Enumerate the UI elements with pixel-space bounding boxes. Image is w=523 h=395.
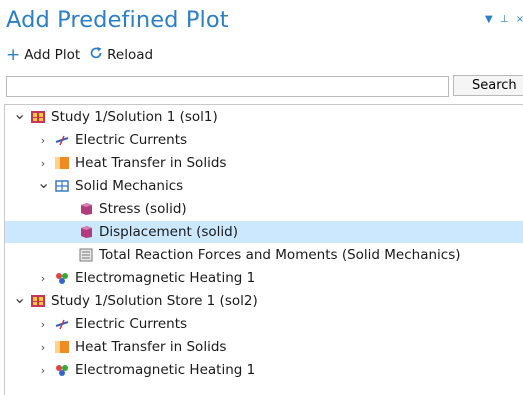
table-evaluation-icon xyxy=(78,248,94,262)
tree-row-label: Solid Mechanics xyxy=(75,178,184,194)
tree-row[interactable]: › Electric Currents xyxy=(5,129,523,151)
search-row: Search xyxy=(6,75,523,97)
tree-row[interactable]: Displacement (solid) xyxy=(5,221,523,243)
electric-currents-icon xyxy=(54,317,70,331)
tree-row[interactable]: › Electromagnetic Heating 1 xyxy=(5,359,523,381)
tree-row[interactable]: ⌄ Study 1/Solution Store 1 (sol2) xyxy=(5,290,523,312)
chevron-right-icon[interactable]: › xyxy=(37,318,49,331)
plot-tree: ⌄ Study 1/Solution 1 (sol1) › Electric Curr… xyxy=(4,104,523,395)
add-plot-button[interactable]: + Add Plot xyxy=(6,45,81,65)
chevron-right-icon[interactable]: › xyxy=(37,157,49,170)
panel-window-controls[interactable]: ▼ ⊥ × xyxy=(485,14,523,28)
tree-row-label: Study 1/Solution Store 1 (sol2) xyxy=(51,293,258,309)
tree-row[interactable]: Total Reaction Forces and Moments (Solid… xyxy=(5,244,523,266)
chevron-right-icon[interactable]: › xyxy=(37,134,49,147)
panel-title: Add Predefined Plot xyxy=(6,7,229,33)
search-input[interactable] xyxy=(6,76,449,97)
chevron-down-icon[interactable]: ⌄ xyxy=(13,290,26,306)
tree-row[interactable]: › Heat Transfer in Solids xyxy=(5,152,523,174)
tree-row[interactable]: › Electromagnetic Heating 1 xyxy=(5,267,523,289)
reload-label: Reload xyxy=(107,47,154,63)
chevron-right-icon[interactable]: › xyxy=(37,272,49,285)
tree-row[interactable]: Stress (solid) xyxy=(5,198,523,220)
tree-row[interactable]: ⌄ Solid Mechanics xyxy=(5,175,523,197)
plus-icon: + xyxy=(6,45,21,65)
tree-row-label: Electromagnetic Heating 1 xyxy=(75,270,256,286)
close-icon[interactable]: × xyxy=(516,14,523,25)
chevron-right-icon[interactable]: › xyxy=(37,341,49,354)
tree-row-label: Stress (solid) xyxy=(99,201,187,217)
tree-row-label: Electric Currents xyxy=(75,316,188,332)
tree-row-label: Electromagnetic Heating 1 xyxy=(75,362,256,378)
pin-icon[interactable]: ⊥ xyxy=(500,14,509,25)
add-plot-label: Add Plot xyxy=(24,47,81,63)
plot-group-icon xyxy=(78,202,94,216)
tree-row-label: Total Reaction Forces and Moments (Solid… xyxy=(99,247,461,263)
dropdown-arrow-icon[interactable]: ▼ xyxy=(485,14,493,25)
heat-transfer-icon xyxy=(54,340,70,354)
chevron-down-icon[interactable]: ⌄ xyxy=(13,106,26,122)
toolbar: + Add Plot Reload xyxy=(6,45,153,65)
tree-row[interactable]: › Heat Transfer in Solids xyxy=(5,336,523,358)
study-solution-icon xyxy=(30,110,46,124)
tree-row-label: Study 1/Solution 1 (sol1) xyxy=(51,109,218,125)
tree-row-label: Electric Currents xyxy=(75,132,188,148)
reload-button[interactable]: Reload xyxy=(89,46,153,64)
tree-row-label: Displacement (solid) xyxy=(99,224,238,240)
chevron-right-icon[interactable]: › xyxy=(37,364,49,377)
multiphysics-icon xyxy=(54,271,70,285)
solid-mechanics-icon xyxy=(54,179,70,193)
reload-icon xyxy=(89,46,103,64)
chevron-down-icon[interactable]: ⌄ xyxy=(37,175,50,191)
tree-row[interactable]: ⌄ Study 1/Solution 1 (sol1) xyxy=(5,106,523,128)
tree-row[interactable]: › Electric Currents xyxy=(5,313,523,335)
tree-row-label: Heat Transfer in Solids xyxy=(75,155,227,171)
tree-row-label: Heat Transfer in Solids xyxy=(75,339,227,355)
electric-currents-icon xyxy=(54,133,70,147)
plot-group-icon xyxy=(78,225,94,239)
search-button[interactable]: Search xyxy=(453,75,523,96)
study-solution-icon xyxy=(30,294,46,308)
multiphysics-icon xyxy=(54,363,70,377)
heat-transfer-icon xyxy=(54,156,70,170)
